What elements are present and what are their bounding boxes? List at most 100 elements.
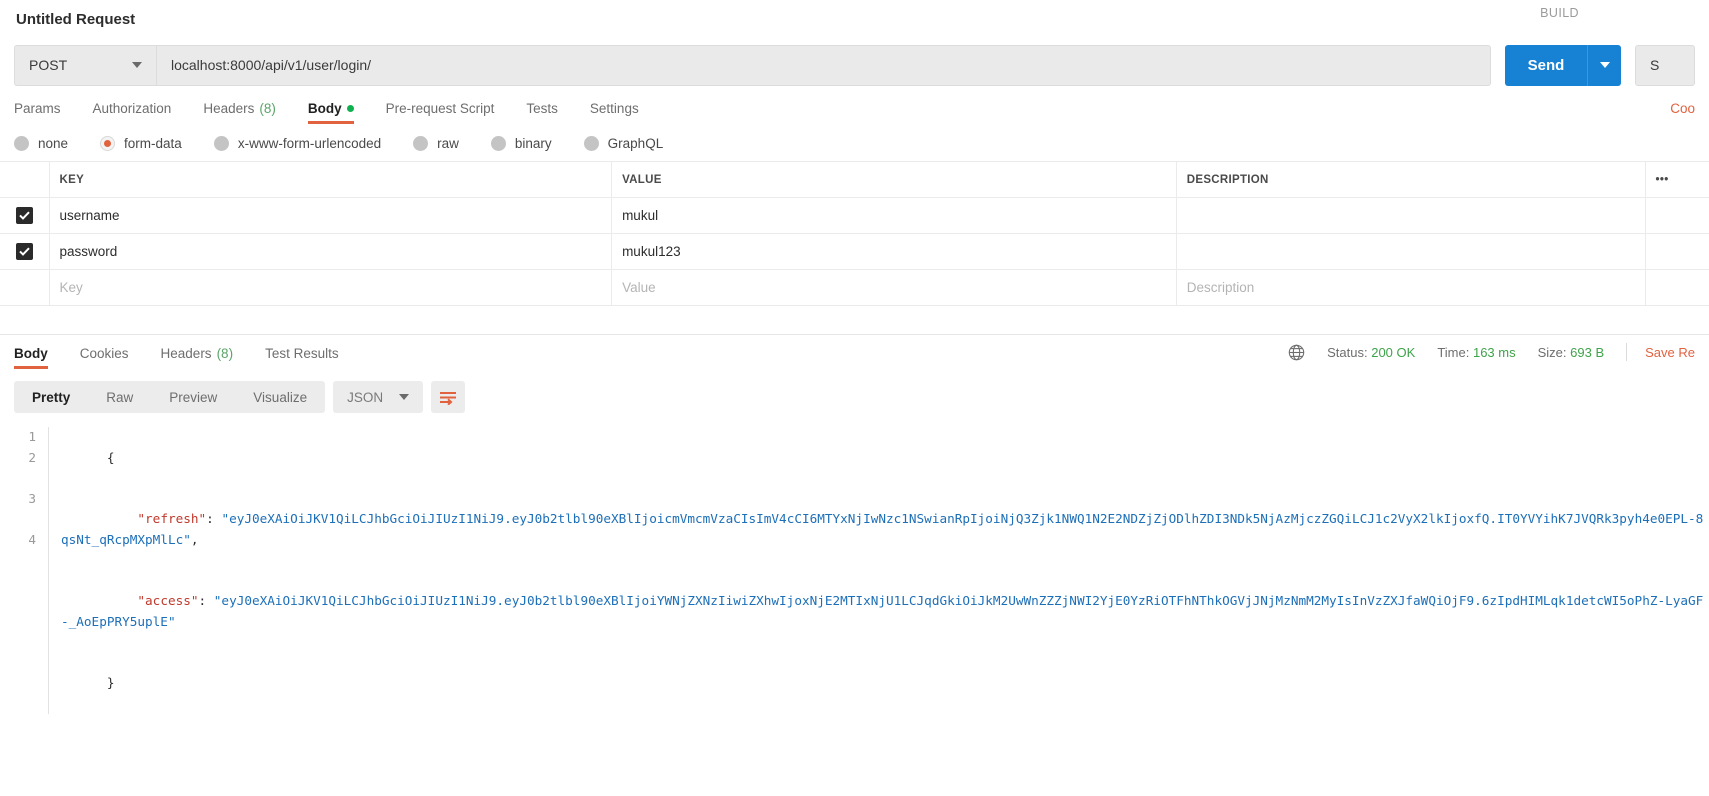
line-number: 1 [14, 427, 36, 448]
send-options-button[interactable] [1587, 45, 1621, 86]
radio-label: raw [437, 136, 459, 151]
checkbox-checked-icon[interactable] [16, 207, 33, 224]
response-tab-cookies[interactable]: Cookies [64, 346, 145, 369]
build-label: BUILD [1540, 6, 1579, 20]
response-view-segment-group: Pretty Raw Preview Visualize [14, 381, 325, 413]
response-body-viewer: 1 2 3 4 { "refresh": "eyJ0eXAiOiJKV1QiLC… [0, 413, 1709, 714]
new-row-value-input[interactable]: Value [612, 270, 1177, 306]
checkbox-checked-icon[interactable] [16, 243, 33, 260]
table-options-button[interactable]: ••• [1645, 162, 1709, 198]
line-number: 4 [14, 530, 36, 551]
tab-label: Authorization [93, 101, 172, 116]
json-key: "refresh" [137, 511, 206, 526]
save-button[interactable]: S [1635, 45, 1695, 86]
request-tabs: Params Authorization Headers (8) Body Pr… [0, 92, 1709, 124]
json-punctuation: : [199, 593, 207, 608]
page-title: Untitled Request [16, 11, 135, 28]
globe-icon [1288, 344, 1305, 361]
line-number: 3 [14, 489, 36, 510]
send-button[interactable]: Send [1505, 45, 1587, 86]
response-view-toolbar: Pretty Raw Preview Visualize JSON [0, 369, 1709, 413]
tab-label: Headers [161, 346, 212, 361]
radio-form-data[interactable]: form-data [100, 136, 182, 151]
row-actions [1645, 198, 1709, 234]
view-visualize[interactable]: Visualize [235, 381, 325, 413]
new-row-key-input[interactable]: Key [49, 270, 612, 306]
size-value: 693 B [1570, 345, 1604, 360]
tab-pre-request-script[interactable]: Pre-request Script [370, 101, 511, 124]
status-code: Status: 200 OK [1327, 345, 1415, 360]
chevron-down-icon [132, 62, 142, 68]
tab-count: (8) [259, 101, 276, 116]
json-punctuation: : [206, 511, 214, 526]
radio-dot-icon [491, 136, 506, 151]
column-header-value: VALUE [612, 162, 1177, 198]
status-label: Status: [1327, 345, 1367, 360]
view-preview[interactable]: Preview [151, 381, 235, 413]
view-raw[interactable]: Raw [88, 381, 151, 413]
time-label: Time: [1437, 345, 1469, 360]
row-value[interactable]: mukul123 [612, 234, 1177, 270]
http-method-value: POST [29, 57, 67, 73]
response-tab-test-results[interactable]: Test Results [249, 346, 355, 369]
column-header-key: KEY [49, 162, 612, 198]
tab-params[interactable]: Params [14, 101, 77, 124]
radio-dot-icon [584, 136, 599, 151]
http-method-select[interactable]: POST [14, 45, 156, 86]
view-pretty[interactable]: Pretty [14, 381, 88, 413]
tab-label: Pre-request Script [386, 101, 495, 116]
tab-settings[interactable]: Settings [574, 101, 655, 124]
row-key[interactable]: username [49, 198, 612, 234]
code-line-open-brace: { [61, 427, 1709, 489]
radio-label: form-data [124, 136, 182, 151]
radio-dot-selected-icon [100, 136, 115, 151]
radio-raw[interactable]: raw [413, 136, 459, 151]
url-bar: POST Send S [0, 38, 1709, 92]
tab-label: Params [14, 101, 61, 116]
radio-graphql[interactable]: GraphQL [584, 136, 664, 151]
form-data-table: KEY VALUE DESCRIPTION ••• username mukul… [0, 161, 1709, 306]
radio-x-www-form-urlencoded[interactable]: x-www-form-urlencoded [214, 136, 381, 151]
table-header-row: KEY VALUE DESCRIPTION ••• [0, 162, 1709, 198]
radio-dot-icon [214, 136, 229, 151]
url-input[interactable] [156, 45, 1491, 86]
tab-label: Headers [203, 101, 254, 116]
tab-label: Body [14, 346, 48, 361]
json-string-value: "eyJ0eXAiOiJKV1QiLCJhbGciOiJIUzI1NiJ9.ey… [61, 593, 1703, 629]
code-line-refresh: "refresh": "eyJ0eXAiOiJKV1QiLCJhbGciOiJI… [61, 489, 1709, 571]
row-description[interactable] [1176, 234, 1645, 270]
tab-body[interactable]: Body [292, 101, 370, 124]
tab-label: Tests [526, 101, 558, 116]
tab-tests[interactable]: Tests [510, 101, 574, 124]
header-checkbox-cell [0, 162, 49, 198]
radio-label: none [38, 136, 68, 151]
radio-binary[interactable]: binary [491, 136, 552, 151]
row-value[interactable]: mukul [612, 198, 1177, 234]
save-response-button[interactable]: Save Re [1645, 345, 1695, 360]
tab-headers[interactable]: Headers (8) [187, 101, 292, 124]
new-row-description-input[interactable]: Description [1176, 270, 1645, 306]
radio-dot-icon [14, 136, 29, 151]
code-link[interactable]: Coo [1670, 101, 1695, 116]
response-tab-body[interactable]: Body [14, 346, 64, 369]
word-wrap-button[interactable] [431, 381, 465, 413]
line-number-gutter: 1 2 3 4 [14, 427, 48, 714]
code-content[interactable]: { "refresh": "eyJ0eXAiOiJKV1QiLCJhbGciOi… [48, 427, 1709, 714]
size-label: Size: [1538, 345, 1567, 360]
json-punctuation: { [107, 450, 115, 465]
tab-label: Body [308, 101, 342, 116]
response-tab-headers[interactable]: Headers (8) [145, 346, 250, 369]
code-line-close-brace: } [61, 653, 1709, 715]
row-key[interactable]: password [49, 234, 612, 270]
row-description[interactable] [1176, 198, 1645, 234]
json-key: "access" [137, 593, 198, 608]
response-size: Size: 693 B [1538, 345, 1605, 360]
radio-label: GraphQL [608, 136, 664, 151]
response-format-select[interactable]: JSON [333, 381, 423, 413]
response-status-bar: Status: 200 OK Time: 163 ms Size: 693 B … [1288, 343, 1695, 361]
tab-authorization[interactable]: Authorization [77, 101, 188, 124]
radio-none[interactable]: none [14, 136, 68, 151]
row-checkbox-cell [0, 270, 49, 306]
tab-label: Test Results [265, 346, 339, 361]
table-row: username mukul [0, 198, 1709, 234]
